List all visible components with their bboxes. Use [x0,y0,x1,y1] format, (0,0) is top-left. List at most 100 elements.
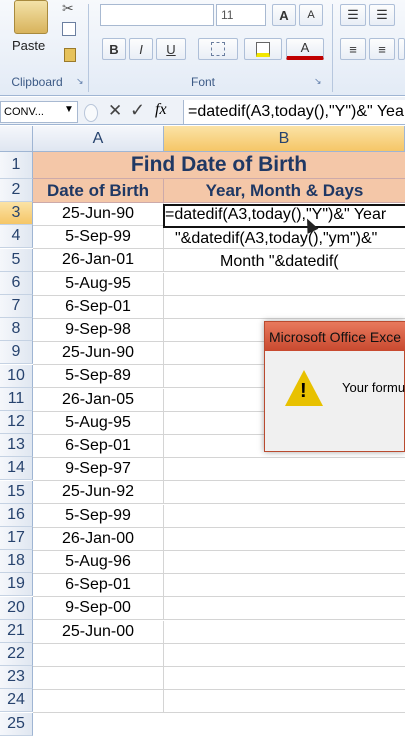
cell-a3[interactable]: 25-Jun-90 [33,203,164,226]
row-header-4[interactable]: 4 [0,225,33,249]
column-header-b[interactable]: B [164,126,405,152]
row-header-20[interactable]: 20 [0,596,33,620]
cell-b6[interactable] [164,273,405,296]
align-right-button[interactable] [398,38,405,60]
row-header-17[interactable]: 17 [0,527,33,550]
row-header-2[interactable]: 2 [0,179,33,202]
cell-a6[interactable]: 5-Aug-95 [33,272,164,296]
cell-a15[interactable]: 25-Jun-92 [33,481,164,505]
underline-button[interactable]: U [156,38,186,60]
cell-a11[interactable]: 26-Jan-05 [33,388,164,412]
font-color-button[interactable]: A [286,38,324,60]
font-size-dropdown[interactable]: 11 [216,4,266,26]
cell-b17[interactable] [164,528,405,551]
cell-b14[interactable] [164,458,405,482]
cell-a18[interactable]: 5-Aug-96 [33,551,164,574]
cell-b23[interactable] [164,667,405,690]
header-year-month-days[interactable]: Year, Month & Days [164,179,405,203]
row-header-14[interactable]: 14 [0,457,33,481]
cell-a24[interactable] [33,690,164,714]
row-header-12[interactable]: 12 [0,411,33,434]
cancel-entry-icon[interactable]: ✕ [108,101,122,121]
cell-a16[interactable]: 5-Sep-99 [33,504,164,528]
fill-color-button[interactable] [244,38,282,60]
format-painter-icon[interactable] [64,48,76,62]
cell-b18[interactable] [164,551,405,574]
cell-a20[interactable]: 9-Sep-00 [33,597,164,621]
column-header-a[interactable]: A [33,126,164,152]
cell-a17[interactable]: 26-Jan-00 [33,527,164,551]
row-header-22[interactable]: 22 [0,643,33,666]
cut-icon[interactable]: ✂ [62,0,74,17]
fill-bucket-icon [256,41,270,57]
row-header-3[interactable]: 3 [0,202,33,226]
row-header-19[interactable]: 19 [0,573,33,597]
cell-a21[interactable]: 25-Jun-00 [33,620,164,644]
cell-a10[interactable]: 5-Sep-89 [33,365,164,389]
confirm-entry-icon[interactable]: ✓ [130,100,145,121]
align-left-button[interactable]: ≡ [340,38,366,60]
cell-b21[interactable] [164,621,405,644]
row-header-23[interactable]: 23 [0,666,33,690]
formula-in-cell-line-3: Month "&datedif( [220,253,339,270]
cell-b7[interactable] [164,296,405,319]
name-box-dropdown-icon[interactable]: ▼ [64,104,74,115]
paste-icon[interactable] [14,0,48,34]
header-date-of-birth[interactable]: Date of Birth [33,179,164,203]
cell-b16[interactable] [164,505,405,528]
cell-a19[interactable]: 6-Sep-01 [33,574,164,598]
row-header-24[interactable]: 24 [0,689,33,713]
cell-b20[interactable] [164,597,405,621]
cell-a22[interactable] [33,643,164,667]
paste-button[interactable]: Paste [12,38,56,53]
dialog-message: Your formu [342,380,405,395]
copy-icon[interactable] [62,22,76,36]
row-header-15[interactable]: 15 [0,480,33,504]
row-header-8[interactable]: 8 [0,318,33,342]
align-middle-button[interactable]: ☰ [369,4,395,26]
cell-a7[interactable]: 6-Sep-01 [33,295,164,319]
cell-a13[interactable]: 6-Sep-01 [33,435,164,458]
row-header-5[interactable]: 5 [0,248,33,272]
row-header-7[interactable]: 7 [0,295,33,318]
insert-function-icon[interactable]: fx [155,101,167,119]
row-header-25[interactable]: 25 [0,712,33,736]
cell-a5[interactable]: 26-Jan-01 [33,249,164,273]
font-dialog-launcher-icon[interactable]: ↘ [314,76,322,87]
row-header-1[interactable]: 1 [0,152,33,179]
borders-button[interactable] [198,38,238,60]
row-header-13[interactable]: 13 [0,434,33,458]
row-header-9[interactable]: 9 [0,341,33,365]
row-header-10[interactable]: 10 [0,364,33,388]
error-dialog: Microsoft Office Exce ! Your formu [264,321,405,452]
formula-input[interactable]: =datedif(A3,today(),"Y")&" Yea [183,100,405,124]
align-top-button[interactable]: ☰ [340,4,366,26]
cell-b15[interactable] [164,481,405,505]
dialog-launcher-icon[interactable]: ↘ [76,76,84,87]
row-header-11[interactable]: 11 [0,387,33,411]
bold-button[interactable]: B [102,38,126,60]
shrink-font-button[interactable]: A [299,4,323,26]
group-divider [88,4,89,92]
font-name-dropdown[interactable] [100,4,214,26]
sheet-title-cell[interactable]: Find Date of Birth [33,152,405,179]
cell-b24[interactable] [164,690,405,714]
row-header-16[interactable]: 16 [0,503,33,527]
row-header-21[interactable]: 21 [0,619,33,643]
cell-a12[interactable]: 5-Aug-95 [33,411,164,435]
align-center-button[interactable]: ≡ [369,38,395,60]
cell-a9[interactable]: 25-Jun-90 [33,342,164,366]
row-header-18[interactable]: 18 [0,550,33,574]
ribbon: Paste ✂ Clipboard ↘ 11 A A B I U A Font … [0,0,405,96]
cell-a4[interactable]: 5-Sep-99 [33,226,164,250]
cell-a8[interactable]: 9-Sep-98 [33,319,164,342]
cell-b22[interactable] [164,644,405,667]
cell-b19[interactable] [164,574,405,598]
grow-font-button[interactable]: A [272,4,296,26]
cell-a14[interactable]: 9-Sep-97 [33,458,164,482]
select-all-corner[interactable] [0,126,33,152]
cell-a23[interactable] [33,667,164,690]
row-header-6[interactable]: 6 [0,271,33,295]
italic-button[interactable]: I [129,38,153,60]
dialog-title[interactable]: Microsoft Office Exce [265,322,405,351]
